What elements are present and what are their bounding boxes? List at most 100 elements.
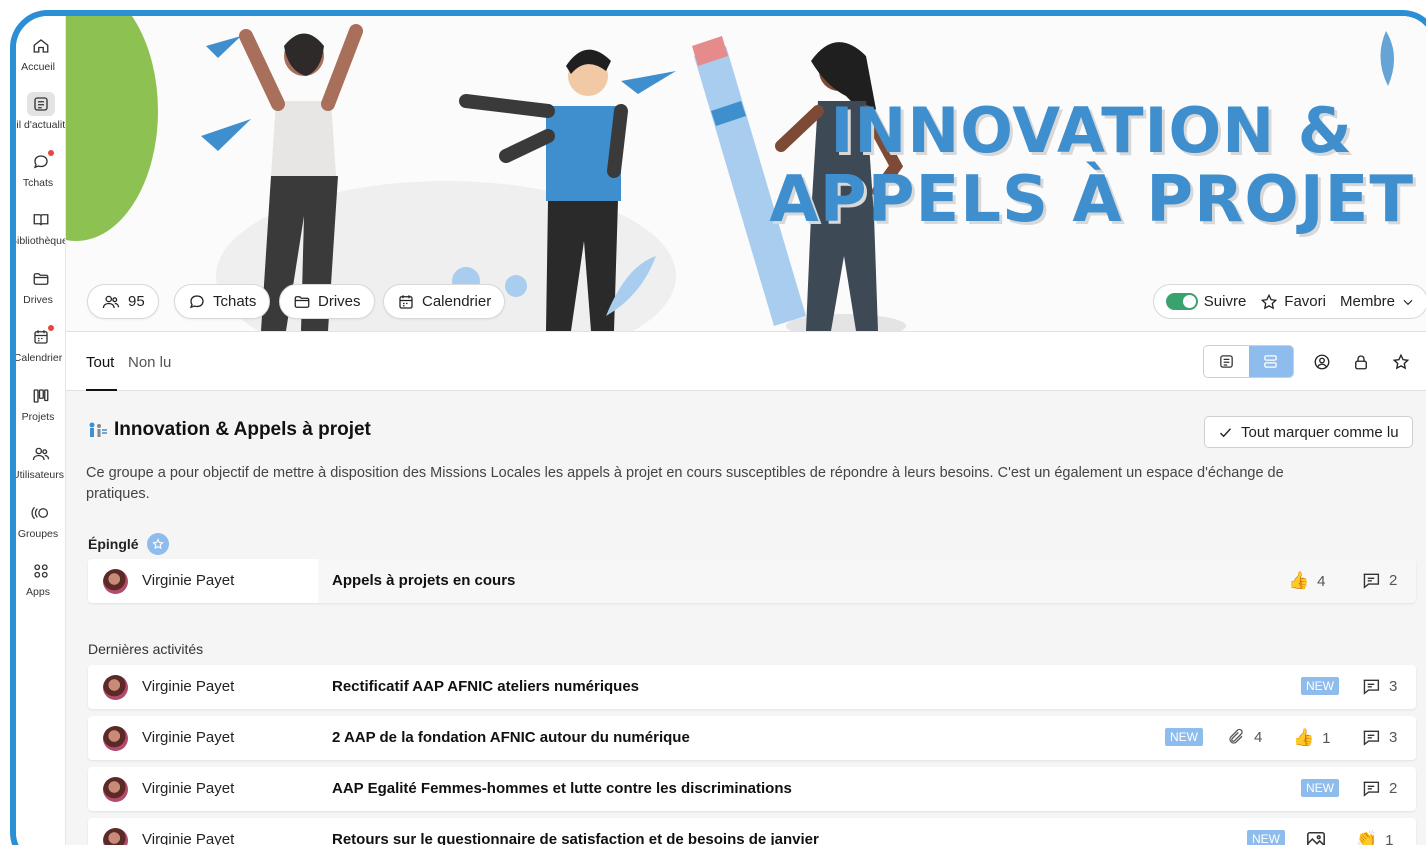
post-title[interactable]: Retours sur le questionnaire de satisfac… [332, 831, 819, 845]
new-badge: NEW [1301, 677, 1339, 695]
sidebar-item-label: Groupes [17, 528, 59, 540]
sidebar-item-users[interactable]: Utilisateurs [16, 438, 65, 494]
group-actions: Suivre Favori Membre [1152, 284, 1426, 319]
member-label: Membre [1339, 293, 1395, 310]
clapping-hands-icon: 👏 [1356, 830, 1378, 845]
attachment-count: 4 [1226, 728, 1262, 746]
pinned-section-label: Épinglé [88, 533, 169, 555]
comment-count: 2 [1361, 779, 1397, 797]
favorite-label: Favori [1284, 293, 1326, 310]
apps-icon [27, 559, 55, 583]
post-title[interactable]: 2 AAP de la fondation AFNIC autour du nu… [332, 729, 690, 746]
group-title: Innovation & Appels à projet [86, 419, 371, 441]
groups-icon [27, 501, 55, 525]
sidebar-item-label: Bibliothèque [16, 235, 66, 247]
drives-button[interactable]: Drives [279, 284, 375, 319]
chevron-down-icon [1403, 299, 1413, 305]
sidebar-item-label: Apps [26, 586, 50, 598]
sidebar-item-library[interactable]: Bibliothèque [16, 204, 66, 260]
avatar [103, 675, 128, 700]
calendar-label: Calendrier [422, 293, 492, 310]
follow-toggle[interactable]: Suivre [1165, 293, 1247, 310]
activity-row[interactable]: Virginie Payet Rectificatif AAP AFNIC at… [88, 665, 1416, 709]
member-dropdown[interactable]: Membre [1340, 293, 1415, 310]
list-view-button[interactable] [1248, 346, 1293, 377]
new-badge-wrap: NEW [1165, 728, 1203, 746]
sidebar-item-news[interactable]: Fil d'actualité [16, 88, 65, 144]
users-icon [102, 295, 120, 308]
comment-icon [1363, 730, 1380, 746]
avatar [103, 569, 128, 594]
sidebar-item-projects[interactable]: Projets [16, 380, 65, 436]
thumbs-up-icon: 👍 [1288, 571, 1310, 590]
new-badge: NEW [1165, 728, 1203, 746]
user-circle-icon[interactable] [1311, 351, 1333, 373]
list-icon [1264, 355, 1278, 368]
group-description: Ce groupe a pour objectif de mettre à di… [86, 465, 1284, 502]
image-icon [1307, 831, 1325, 845]
thumbs-up-icon: 👍 [1293, 728, 1315, 747]
sidebar-item-tchats[interactable]: Tchats [16, 146, 65, 202]
tab-all[interactable]: Tout [86, 354, 114, 371]
tchats-label: Tchats [213, 293, 257, 310]
members-count: 95 [128, 293, 145, 310]
sidebar-item-groups[interactable]: Groupes [16, 497, 65, 553]
tchats-button[interactable]: Tchats [174, 284, 271, 319]
lock-icon[interactable] [1350, 351, 1372, 373]
activity-row[interactable]: Virginie Payet AAP Egalité Femmes-hommes… [88, 767, 1416, 811]
post-author[interactable]: Virginie Payet [142, 831, 234, 845]
activity-row[interactable]: Virginie Payet 2 AAP de la fondation AFN… [88, 716, 1416, 760]
mark-all-read-label: Tout marquer comme lu [1241, 423, 1399, 441]
post-author[interactable]: Virginie Payet [142, 678, 234, 695]
favorite-button[interactable]: Favori [1260, 293, 1326, 311]
tab-unread[interactable]: Non lu [128, 354, 171, 371]
sidebar-item-label: Drives [23, 294, 53, 306]
new-badge: NEW [1301, 779, 1339, 797]
new-badge: NEW [1247, 830, 1285, 845]
activities-label: Dernières activités [88, 641, 204, 657]
pin-star-icon [146, 533, 169, 555]
activity-row[interactable]: Virginie Payet Retours sur le questionna… [88, 818, 1416, 845]
sidebar-item-home[interactable]: Accueil [16, 30, 65, 86]
pinned-post-row[interactable]: Virginie Payet Appels à projets en cours… [88, 559, 1416, 603]
comment-icon [1363, 573, 1380, 589]
banner-title: INNOVATION & APPELS À PROJET [769, 96, 1414, 237]
sidebar-item-drives[interactable]: Drives [16, 263, 65, 319]
folder-icon [294, 295, 310, 308]
toggle-switch[interactable] [1165, 293, 1198, 310]
users-icon [27, 442, 55, 466]
comments-value: 3 [1389, 677, 1398, 695]
sidebar-item-apps[interactable]: Apps [16, 555, 65, 611]
star-icon[interactable] [1390, 351, 1412, 373]
banner-title-line1: INNOVATION & [830, 94, 1353, 167]
mark-all-read-button[interactable]: Tout marquer comme lu [1204, 416, 1413, 448]
notification-dot [48, 325, 54, 331]
members-button[interactable]: 95 [87, 284, 159, 319]
post-title[interactable]: Appels à projets en cours [332, 572, 515, 589]
card-view-button[interactable] [1204, 346, 1249, 377]
app-window: Accueil Fil d'actualité Tchats Bibliothè… [10, 10, 1426, 845]
new-badge-wrap: NEW [1301, 677, 1339, 695]
sidebar-item-label: Projets [21, 411, 55, 423]
sidebar-item-calendar[interactable]: Calendrier [16, 321, 65, 377]
calendar-button[interactable]: Calendrier [383, 284, 506, 319]
team-icon [89, 422, 107, 437]
post-author[interactable]: Virginie Payet [142, 729, 234, 746]
post-author[interactable]: Virginie Payet [142, 780, 234, 797]
folder-icon [27, 267, 55, 291]
post-title[interactable]: Rectificatif AAP AFNIC ateliers numériqu… [332, 678, 639, 695]
comments-value: 2 [1389, 571, 1398, 589]
like-count: 👍 4 [1288, 571, 1326, 591]
post-author[interactable]: Virginie Payet [142, 572, 234, 589]
likes-value: 1 [1322, 729, 1331, 747]
comment-count: 3 [1361, 728, 1397, 746]
follow-label: Suivre [1203, 293, 1247, 310]
image-attachment [1305, 830, 1327, 845]
home-icon [27, 34, 55, 58]
group-title-text: Innovation & Appels à projet [114, 419, 371, 440]
calendar-icon [399, 294, 413, 309]
feed-tabs-bar: Tout Non lu [66, 331, 1426, 391]
post-title[interactable]: AAP Egalité Femmes-hommes et lutte contr… [332, 780, 792, 797]
avatar [103, 828, 128, 845]
calendar-icon [27, 325, 55, 349]
